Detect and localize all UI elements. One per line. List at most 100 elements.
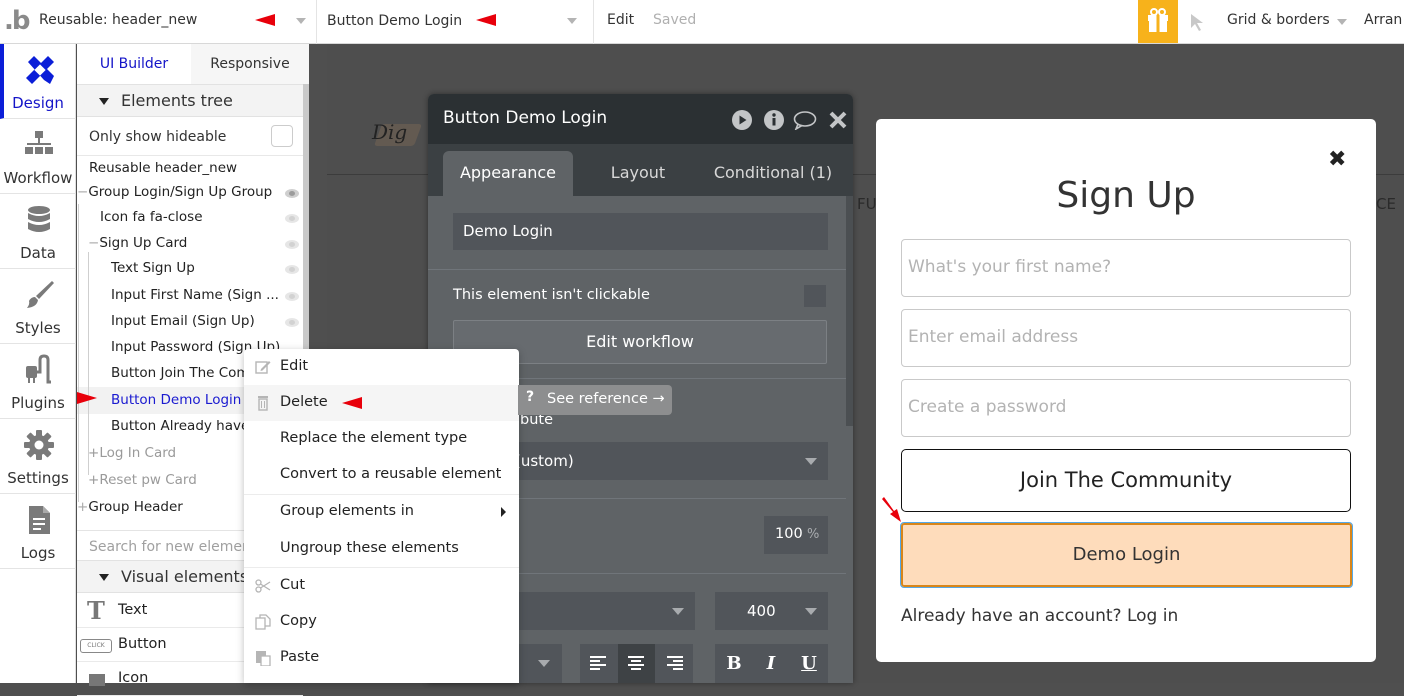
tree-item[interactable]: +Group Header xyxy=(77,499,183,523)
tree-item[interactable]: Text Sign Up xyxy=(111,260,195,284)
tree-item[interactable]: −Group Login/Sign Up Group xyxy=(77,184,272,208)
menu-item-replace-type[interactable]: Replace the element type xyxy=(244,421,519,457)
close-icon[interactable] xyxy=(828,110,848,130)
eye-icon[interactable] xyxy=(285,240,299,249)
visual-element-label: Text xyxy=(118,602,148,618)
menu-item-ungroup[interactable]: Ungroup these elements xyxy=(244,531,519,567)
tree-item-selected[interactable]: Button Demo Login xyxy=(111,392,241,416)
eye-icon[interactable] xyxy=(285,189,299,198)
underline-button[interactable]: U xyxy=(790,644,828,683)
page-selector-dropdown[interactable]: Reusable: header_new xyxy=(30,0,317,44)
collapse-icon[interactable]: − xyxy=(88,235,99,251)
button-text-input[interactable]: Demo Login xyxy=(453,213,828,250)
italic-button[interactable]: I xyxy=(752,644,790,683)
editor-title-bar[interactable]: Button Demo Login xyxy=(428,94,853,144)
menu-item-copy[interactable]: Copy xyxy=(244,604,519,640)
annotation-arrow-icon xyxy=(882,497,901,522)
divider xyxy=(77,155,303,156)
play-icon[interactable] xyxy=(732,110,752,130)
menu-item-label: Group elements in xyxy=(280,503,414,519)
already-have-account-link[interactable]: Already have an account? Log in xyxy=(901,606,1178,626)
nav-settings[interactable]: Settings xyxy=(0,419,76,494)
tree-item[interactable]: −Sign Up Card xyxy=(88,235,187,259)
eye-icon[interactable] xyxy=(285,214,299,223)
bold-button[interactable]: B xyxy=(715,644,753,683)
annotation-arrow-icon xyxy=(255,14,275,26)
nav-workflow[interactable]: Workflow xyxy=(0,119,76,194)
not-clickable-label: This element isn't clickable xyxy=(453,287,650,303)
gift-button[interactable] xyxy=(1138,0,1178,43)
comment-icon[interactable] xyxy=(793,110,817,130)
caret-down-icon xyxy=(99,98,109,105)
nav-logs[interactable]: Logs xyxy=(0,494,76,569)
only-show-hideable-checkbox[interactable] xyxy=(271,125,293,147)
join-community-button[interactable]: Join The Community xyxy=(901,449,1351,512)
editor-scrollbar[interactable] xyxy=(846,196,853,426)
expand-icon[interactable]: + xyxy=(77,499,88,515)
menu-item-convert-reusable[interactable]: Convert to a reusable element xyxy=(244,457,519,493)
tab-responsive[interactable]: Responsive xyxy=(191,44,309,84)
button-click-icon: CLICK xyxy=(80,639,112,653)
menu-item-paste[interactable]: Paste xyxy=(244,640,519,676)
tab-ui-builder[interactable]: UI Builder xyxy=(77,44,191,84)
nav-design[interactable]: Design xyxy=(0,44,76,119)
collapse-icon[interactable]: − xyxy=(77,184,88,200)
align-right-icon[interactable] xyxy=(667,656,683,671)
first-name-input[interactable]: What's your first name? xyxy=(901,239,1351,297)
close-icon[interactable]: ✖ xyxy=(1328,147,1346,172)
annotation-arrow-icon xyxy=(77,392,97,404)
font-weight-select[interactable]: 400 xyxy=(715,592,828,630)
grid-borders-menu[interactable]: Grid & borders xyxy=(1227,12,1330,28)
scissors-icon xyxy=(255,579,271,593)
trash-icon xyxy=(258,396,268,411)
email-input[interactable]: Enter email address xyxy=(901,309,1351,367)
nav-data[interactable]: Data xyxy=(0,194,76,269)
password-input[interactable]: Create a password xyxy=(901,379,1351,437)
eye-icon[interactable] xyxy=(285,265,299,274)
search-placeholder: Search for new elements xyxy=(89,539,264,555)
see-reference-tooltip[interactable]: ? See reference → xyxy=(518,385,672,415)
canvas-nav-text: FU xyxy=(857,195,877,213)
expand-icon[interactable]: + xyxy=(88,445,99,461)
gift-icon xyxy=(1148,8,1168,32)
tree-item[interactable]: Icon fa fa-close xyxy=(100,209,203,233)
tree-item[interactable]: Input First Name (Sign ... xyxy=(111,287,279,311)
nav-label: Design xyxy=(12,94,64,112)
element-selector-dropdown[interactable]: Button Demo Login xyxy=(317,0,594,44)
tree-item[interactable]: +Log In Card xyxy=(88,445,176,469)
tab-appearance[interactable]: Appearance xyxy=(443,151,573,196)
eye-icon[interactable] xyxy=(285,318,299,327)
not-clickable-checkbox[interactable] xyxy=(804,285,826,307)
tree-item[interactable]: Input Email (Sign Up) xyxy=(111,313,255,337)
menu-item-label: Convert to a reusable element xyxy=(280,466,502,482)
menu-item-delete[interactable]: Delete xyxy=(244,385,519,421)
elements-tree-header[interactable]: Elements tree xyxy=(77,84,303,117)
expand-icon[interactable]: + xyxy=(88,472,99,488)
cursor-icon[interactable] xyxy=(1188,12,1208,32)
tab-conditional[interactable]: Conditional (1) xyxy=(698,151,848,196)
tree-item[interactable]: Button Already have xyxy=(111,418,249,442)
nav-label: Styles xyxy=(15,319,61,337)
arrange-menu[interactable]: Arran xyxy=(1364,12,1402,28)
menu-item-label: Cut xyxy=(280,577,305,593)
align-left-icon[interactable] xyxy=(590,656,606,671)
tree-item[interactable]: Reusable header_new xyxy=(89,160,237,184)
info-icon[interactable] xyxy=(764,110,784,130)
top-toolbar: .b Reusable: header_new Button Demo Logi… xyxy=(0,0,1404,44)
chevron-down-icon xyxy=(296,18,306,24)
eye-icon[interactable] xyxy=(285,292,299,301)
opacity-input[interactable]: 100 % xyxy=(764,516,828,554)
bubble-logo[interactable]: .b xyxy=(4,6,30,36)
document-icon xyxy=(29,506,50,534)
edit-menu[interactable]: Edit xyxy=(607,12,634,28)
menu-item-edit[interactable]: Edit xyxy=(244,349,519,385)
tab-layout[interactable]: Layout xyxy=(588,151,688,196)
tree-item[interactable]: +Reset pw Card xyxy=(88,472,197,496)
annotation-arrow-icon xyxy=(342,397,362,409)
demo-login-button[interactable]: Demo Login xyxy=(900,522,1353,588)
visual-element-label: Button xyxy=(118,636,167,652)
menu-item-group-in[interactable]: Group elements in xyxy=(244,494,519,530)
nav-plugins[interactable]: Plugins xyxy=(0,344,76,419)
nav-styles[interactable]: Styles xyxy=(0,269,76,344)
menu-item-cut[interactable]: Cut xyxy=(244,568,519,604)
